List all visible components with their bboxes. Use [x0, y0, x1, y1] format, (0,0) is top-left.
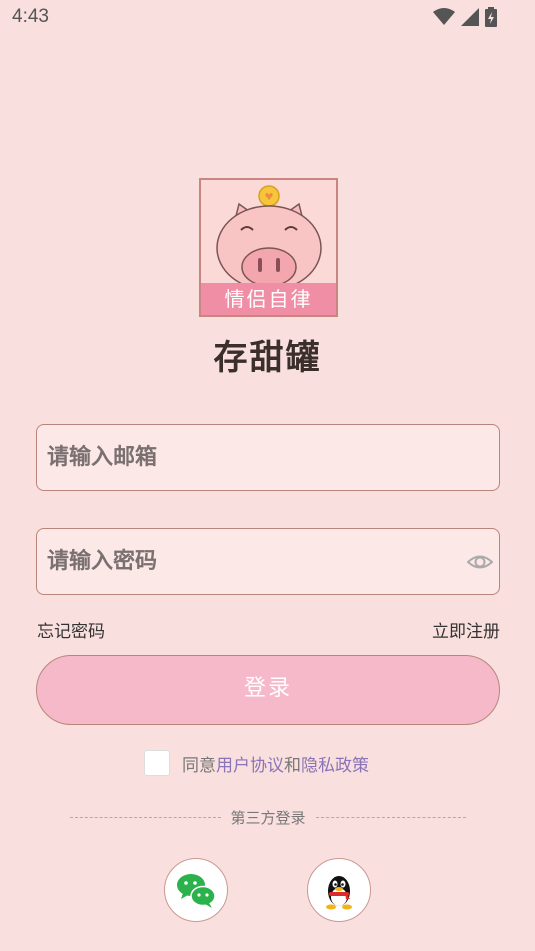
password-input[interactable]: [37, 529, 447, 594]
eye-icon[interactable]: [467, 549, 493, 575]
app-title: 存甜罐: [213, 338, 322, 378]
qq-login-button[interactable]: [307, 858, 371, 922]
email-input[interactable]: [37, 425, 447, 490]
divider-line-left: [70, 817, 221, 818]
wechat-login-button[interactable]: [164, 858, 228, 922]
wifi-icon: [433, 8, 455, 25]
logo-banner: 情侣自律: [201, 283, 336, 315]
signal-icon: [461, 8, 479, 26]
agreement-and: 和: [284, 755, 301, 776]
agreement-checkbox[interactable]: [144, 750, 170, 776]
email-field[interactable]: [36, 424, 500, 491]
qq-icon: [326, 876, 352, 910]
status-time: 4:43: [12, 6, 49, 27]
agreement-text: 同意用户协议和隐私政策: [182, 751, 369, 776]
user-agreement-link[interactable]: 用户协议: [216, 756, 284, 776]
agreement-row: 同意用户协议和隐私政策: [144, 750, 369, 776]
app-logo: 情侣自律: [199, 178, 338, 317]
third-party-title: 第三方登录: [230, 809, 306, 827]
third-party-divider: 第三方登录: [70, 807, 467, 828]
privacy-policy-link[interactable]: 隐私政策: [301, 756, 369, 776]
divider-line-right: [315, 817, 467, 818]
piggy-bank-icon: [216, 185, 322, 290]
login-button[interactable]: 登录: [36, 655, 500, 725]
battery-icon: [485, 7, 497, 27]
wechat-icon: [177, 874, 216, 908]
password-field[interactable]: [36, 528, 500, 595]
status-bar: 4:43: [0, 0, 535, 36]
forgot-password-link[interactable]: 忘记密码: [37, 617, 105, 642]
register-link[interactable]: 立即注册: [432, 617, 500, 642]
agreement-prefix: 同意: [182, 755, 216, 776]
status-icons: [433, 7, 497, 27]
